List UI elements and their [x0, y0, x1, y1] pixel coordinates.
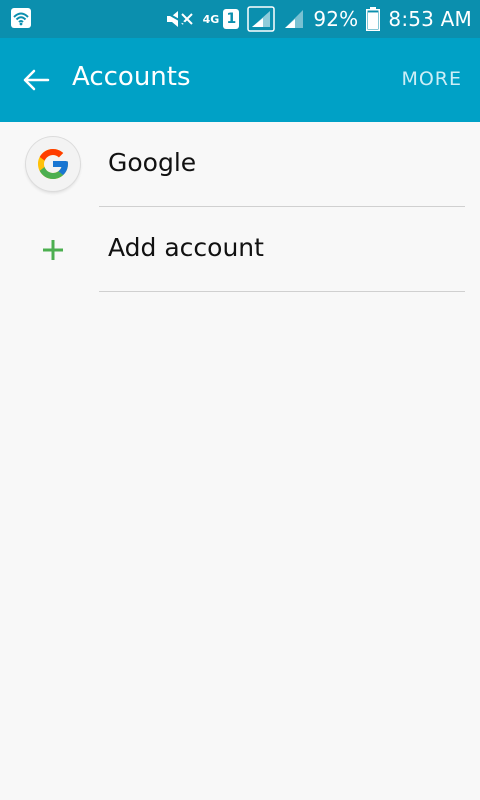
battery-percent: 92% [313, 7, 359, 31]
signal-sim1-icon [247, 6, 276, 32]
mute-icon [164, 8, 195, 30]
battery-icon [366, 7, 381, 31]
network-indicator: 4G 1 [203, 9, 240, 29]
network-type-label: 4G [202, 12, 220, 26]
signal-sim2-icon [283, 8, 305, 30]
sim-slot-badge: 1 [223, 9, 240, 29]
wifi-icon [10, 7, 32, 29]
status-bar: 4G 1 92% 8:53 AM [0, 0, 480, 38]
clock: 8:53 AM [388, 7, 472, 31]
add-account-label: Add account [108, 233, 264, 262]
account-label: Google [108, 148, 197, 177]
arrow-left-icon [23, 69, 50, 91]
list-divider [99, 291, 465, 292]
status-icons: 4G 1 92% 8:53 AM [164, 0, 472, 38]
accounts-screen: 4G 1 92% 8:53 AM Accounts MORE Google Ad… [0, 0, 480, 800]
page-title: Accounts [72, 62, 191, 92]
app-bar: Accounts MORE [0, 38, 480, 122]
add-account-button[interactable]: Add account [0, 207, 480, 292]
plus-icon [43, 240, 63, 260]
more-button[interactable]: MORE [401, 68, 462, 90]
account-item-google[interactable]: Google [0, 122, 480, 207]
accounts-list: Google Add account [0, 122, 480, 292]
back-button[interactable] [16, 60, 56, 100]
google-logo-icon [26, 137, 80, 191]
